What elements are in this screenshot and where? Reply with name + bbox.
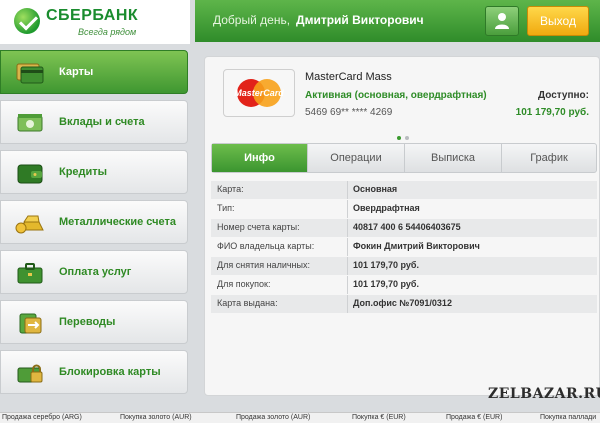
card-name: MasterCard Mass <box>305 71 392 83</box>
sidebar-item-label: Переводы <box>59 316 116 328</box>
exit-button[interactable]: Выход <box>527 6 589 36</box>
greeting-text: Добрый день, <box>213 13 291 27</box>
table-row: Тип: Овердрафтная <box>211 200 597 218</box>
logo-name: СБЕРБАНК <box>46 7 139 24</box>
tab-schedule[interactable]: График <box>502 144 596 172</box>
gold-bars-icon <box>15 215 44 234</box>
pager-dot[interactable] <box>397 136 401 140</box>
available-value: 101 179,70 руб. <box>515 107 589 118</box>
sidebar-item-label: Вклады и счета <box>59 116 145 128</box>
available-label: Доступно: <box>537 90 589 101</box>
ticker-item: Покупка € (EUR) <box>352 414 406 421</box>
logo-tagline: Всегда рядом <box>78 27 137 37</box>
card-number: 5469 69** **** 4269 <box>305 107 393 118</box>
user-name: Дмитрий Викторович <box>296 13 424 27</box>
sidebar-item-payments[interactable]: Оплата услуг <box>0 250 188 294</box>
lock-card-icon <box>17 364 43 383</box>
sidebar-item-credits[interactable]: Кредиты <box>0 150 188 194</box>
card-details-panel: MasterCard MasterCard Mass Активная (осн… <box>204 56 600 396</box>
sidebar-item-block-card[interactable]: Блокировка карты <box>0 350 188 394</box>
info-key: Для покупок: <box>217 279 271 289</box>
sidebar-item-label: Кредиты <box>59 166 108 178</box>
sidebar-item-label: Карты <box>59 66 94 78</box>
card-status: Активная (основная, овердрафтная) <box>305 90 487 101</box>
card-tabs: Инфо Операции Выписка График <box>211 143 597 173</box>
info-key: Номер счета карты: <box>217 222 300 232</box>
table-row: Номер счета карты: 40817 400 6 544064036… <box>211 219 597 237</box>
sberbank-logo-icon <box>14 8 40 34</box>
sidebar-item-transfers[interactable]: Переводы <box>0 300 188 344</box>
info-value: Доп.офис №7091/0312 <box>353 298 452 308</box>
sidebar-item-label: Оплата услуг <box>59 266 132 278</box>
ticker-item: Продажа € (EUR) <box>446 414 503 421</box>
table-row: ФИО владельца карты: Фокин Дмитрий Викто… <box>211 238 597 256</box>
info-value: 101 179,70 руб. <box>353 260 419 270</box>
mastercard-logo: MasterCard <box>223 69 295 117</box>
ticker-item: Покупка золото (AUR) <box>120 414 192 421</box>
deposits-icon <box>17 114 43 132</box>
sidebar-item-label: Блокировка карты <box>59 366 161 378</box>
profile-button[interactable] <box>485 6 519 36</box>
info-value: 101 179,70 руб. <box>353 279 419 289</box>
ticker-item: Продажа серебро (ARG) <box>2 414 82 421</box>
info-value: 40817 400 6 54406403675 <box>353 222 461 232</box>
info-key: Для снятия наличных: <box>217 260 310 270</box>
info-key: Карта: <box>217 184 244 194</box>
sidebar-item-deposits[interactable]: Вклады и счета <box>0 100 188 144</box>
table-row: Для снятия наличных: 101 179,70 руб. <box>211 257 597 275</box>
sidebar-item-label: Металлические счета <box>59 216 176 228</box>
info-value: Основная <box>353 184 398 194</box>
info-value: Фокин Дмитрий Викторович <box>353 241 480 251</box>
watermark: ZELBAZAR.RU <box>488 386 600 402</box>
briefcase-icon <box>17 263 43 284</box>
table-row: Карта выдана: Доп.офис №7091/0312 <box>211 295 597 313</box>
table-row: Для покупок: 101 179,70 руб. <box>211 276 597 294</box>
bank-logo: СБЕРБАНК Всегда рядом <box>0 0 190 44</box>
info-value: Овердрафтная <box>353 203 420 213</box>
info-key: ФИО владельца карты: <box>217 241 315 251</box>
ticker-item: Покупка паллади <box>540 414 597 421</box>
pager-dot[interactable] <box>405 136 409 140</box>
transfer-icon <box>19 313 42 334</box>
ticker-item: Продажа золото (AUR) <box>236 414 311 421</box>
info-key: Карта выдана: <box>217 298 278 308</box>
sidebar-item-cards[interactable]: Карты <box>0 50 188 94</box>
tab-info[interactable]: Инфо <box>212 144 308 172</box>
tab-operations[interactable]: Операции <box>308 144 405 172</box>
rates-ticker: Продажа серебро (ARG) Покупка золото (AU… <box>0 412 600 423</box>
top-bar: Добрый день, Дмитрий Викторович Выход <box>195 0 600 42</box>
wallet-icon <box>17 164 43 184</box>
table-row: Карта: Основная <box>211 181 597 199</box>
sidebar-item-metal-accounts[interactable]: Металлические счета <box>0 200 188 244</box>
user-icon <box>495 13 509 29</box>
greeting: Добрый день, Дмитрий Викторович <box>213 13 424 27</box>
info-key: Тип: <box>217 203 235 213</box>
tab-statement[interactable]: Выписка <box>405 144 502 172</box>
cards-icon <box>16 63 44 84</box>
mastercard-logo-text: MasterCard <box>234 88 284 98</box>
